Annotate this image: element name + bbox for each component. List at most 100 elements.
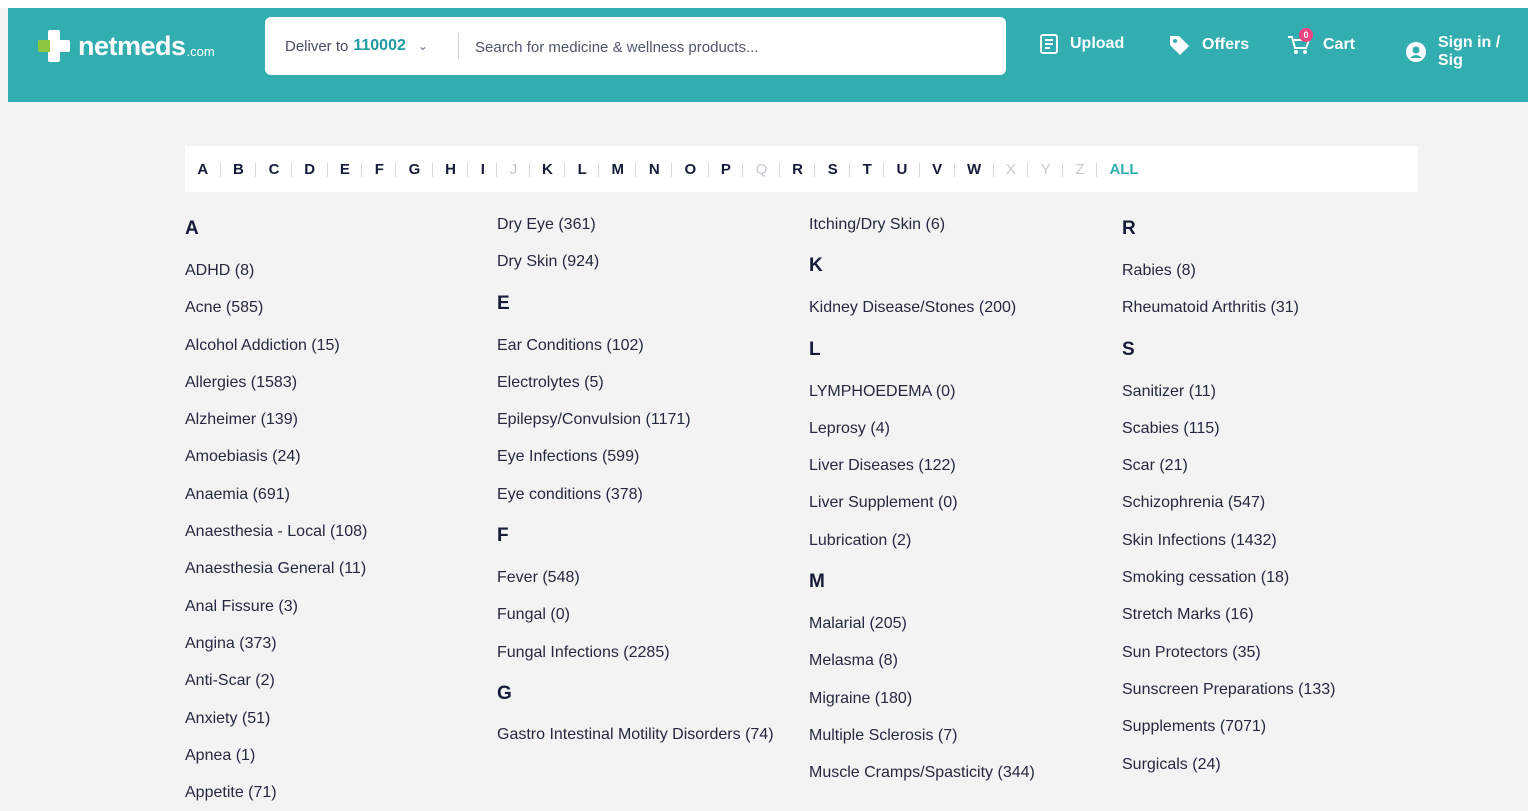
condition-link[interactable]: Muscle Cramps/Spasticity (344): [809, 754, 1109, 791]
condition-link[interactable]: Schizophrenia (547): [1122, 484, 1422, 521]
condition-link[interactable]: Rabies (8): [1122, 252, 1422, 289]
condition-link[interactable]: Liver Supplement (0): [809, 484, 1109, 521]
condition-link[interactable]: Amoebiasis (24): [185, 438, 485, 475]
upload-button[interactable]: Upload: [1040, 34, 1124, 54]
letter-filter-h[interactable]: H: [433, 161, 469, 178]
condition-link[interactable]: Angina (373): [185, 625, 485, 662]
letter-all-filter[interactable]: ALL: [1097, 161, 1151, 178]
condition-link[interactable]: Surgicals (24): [1122, 746, 1422, 783]
condition-link[interactable]: Scabies (115): [1122, 410, 1422, 447]
letter-filter-w[interactable]: W: [955, 161, 994, 178]
condition-link[interactable]: Fever (548): [497, 559, 797, 596]
condition-link[interactable]: Leprosy (4): [809, 410, 1109, 447]
logo-cross-icon: [36, 28, 72, 64]
condition-column-3: Itching/Dry Skin (6) K Kidney Disease/Ston…: [809, 206, 1109, 792]
condition-link[interactable]: Smoking cessation (18): [1122, 559, 1422, 596]
condition-link[interactable]: Electrolytes (5): [497, 364, 797, 401]
condition-link[interactable]: Apnea (1): [185, 737, 485, 774]
letter-filter-f[interactable]: F: [362, 161, 397, 178]
search-input[interactable]: [473, 31, 977, 63]
letter-filter-d[interactable]: D: [292, 161, 328, 178]
letter-filter-x: X: [994, 161, 1029, 178]
cart-button[interactable]: 0 Cart: [1287, 28, 1356, 56]
condition-link[interactable]: Ear Conditions (102): [497, 327, 797, 364]
condition-link[interactable]: Melasma (8): [809, 642, 1109, 679]
condition-link[interactable]: Rheumatoid Arthritis (31): [1122, 289, 1422, 326]
condition-link[interactable]: Anaesthesia - Local (108): [185, 513, 485, 550]
signin-button[interactable]: Sign in / Sig: [1406, 34, 1528, 70]
tag-icon: [1168, 34, 1190, 56]
letter-filter-p[interactable]: P: [709, 161, 744, 178]
condition-link[interactable]: Alcohol Addiction (15): [185, 327, 485, 364]
condition-link[interactable]: Supplements (7071): [1122, 708, 1422, 745]
group-heading: R: [1122, 218, 1136, 239]
letter-filter-k[interactable]: K: [530, 161, 566, 178]
offers-button[interactable]: Offers: [1168, 34, 1249, 56]
condition-link[interactable]: Dry Skin (924): [497, 243, 797, 280]
letter-filter-y: Y: [1028, 161, 1063, 178]
condition-link[interactable]: Anxiety (51): [185, 700, 485, 737]
group-heading: S: [1122, 338, 1135, 360]
deliver-to-selector[interactable]: Deliver to 110002 ⌄: [285, 17, 428, 75]
letter-filter-l[interactable]: L: [565, 161, 600, 178]
condition-link[interactable]: Stretch Marks (16): [1122, 596, 1422, 633]
condition-column-1: A ADHD (8) Acne (585) Alcohol Addiction (15…: [185, 206, 485, 811]
letter-filter-s[interactable]: S: [815, 161, 850, 178]
cart-icon: 0: [1287, 28, 1313, 56]
cart-count-badge: 0: [1299, 28, 1313, 42]
condition-link[interactable]: Scar (21): [1122, 447, 1422, 484]
condition-link[interactable]: Sanitizer (11): [1122, 373, 1422, 410]
condition-link[interactable]: Itching/Dry Skin (6): [809, 206, 1109, 243]
letter-filter-u[interactable]: U: [884, 161, 920, 178]
condition-link[interactable]: Liver Diseases (122): [809, 447, 1109, 484]
site-header: netmeds .com Deliver to 110002 ⌄ Upload …: [8, 8, 1528, 102]
group-heading: K: [809, 255, 823, 277]
condition-link[interactable]: Anaemia (691): [185, 476, 485, 513]
letter-filter-v[interactable]: V: [920, 161, 955, 178]
condition-link[interactable]: Lubrication (2): [809, 522, 1109, 559]
condition-link[interactable]: Eye Infections (599): [497, 438, 797, 475]
condition-link[interactable]: Kidney Disease/Stones (200): [809, 289, 1109, 326]
letter-filter-a[interactable]: A: [185, 161, 221, 178]
condition-link[interactable]: Skin Infections (1432): [1122, 522, 1422, 559]
letter-filter-m[interactable]: M: [599, 161, 637, 178]
condition-link[interactable]: Fungal (0): [497, 596, 797, 633]
condition-link[interactable]: Anal Fissure (3): [185, 588, 485, 625]
letter-filter-r[interactable]: R: [780, 161, 816, 178]
letter-filter-i[interactable]: I: [468, 161, 498, 178]
condition-link[interactable]: Allergies (1583): [185, 364, 485, 401]
condition-link[interactable]: Multiple Sclerosis (7): [809, 717, 1109, 754]
condition-link[interactable]: Migraine (180): [809, 680, 1109, 717]
cart-label: Cart: [1323, 36, 1356, 53]
condition-link[interactable]: LYMPHOEDEMA (0): [809, 373, 1109, 410]
condition-link[interactable]: Anti-Scar (2): [185, 662, 485, 699]
letter-filter-e[interactable]: E: [328, 161, 363, 178]
search-divider: [458, 33, 459, 59]
offers-label: Offers: [1202, 36, 1250, 53]
condition-link[interactable]: Anaesthesia General (11): [185, 550, 485, 587]
letter-filter-c[interactable]: C: [256, 161, 292, 178]
deliver-label: Deliver to: [285, 37, 349, 55]
group-heading: A: [185, 218, 199, 239]
condition-link[interactable]: Malarial (205): [809, 605, 1109, 642]
letter-filter-o[interactable]: O: [672, 161, 709, 178]
condition-link[interactable]: Epilepsy/Convulsion (1171): [497, 401, 797, 438]
letter-filter-t[interactable]: T: [850, 161, 885, 178]
condition-link[interactable]: Gastro Intestinal Motility Disorders (74…: [497, 717, 797, 747]
condition-link[interactable]: Appetite (71): [185, 774, 485, 811]
condition-column-2: Dry Eye (361) Dry Skin (924) E Ear Conditio…: [497, 206, 797, 747]
condition-link[interactable]: Dry Eye (361): [497, 206, 797, 243]
group-heading: F: [497, 525, 509, 547]
condition-link[interactable]: Fungal Infections (2285): [497, 634, 797, 671]
letter-filter-g[interactable]: G: [396, 161, 434, 178]
condition-link[interactable]: Alzheimer (139): [185, 401, 485, 438]
letter-filter-b[interactable]: B: [221, 161, 257, 178]
condition-link[interactable]: ADHD (8): [185, 252, 485, 289]
netmeds-logo[interactable]: netmeds .com: [36, 28, 215, 64]
group-heading: G: [497, 682, 512, 704]
condition-link[interactable]: Sun Protectors (35): [1122, 634, 1422, 671]
condition-link[interactable]: Sunscreen Preparations (133): [1122, 671, 1422, 708]
letter-filter-n[interactable]: N: [636, 161, 672, 178]
condition-link[interactable]: Acne (585): [185, 289, 485, 326]
condition-link[interactable]: Eye conditions (378): [497, 476, 797, 513]
